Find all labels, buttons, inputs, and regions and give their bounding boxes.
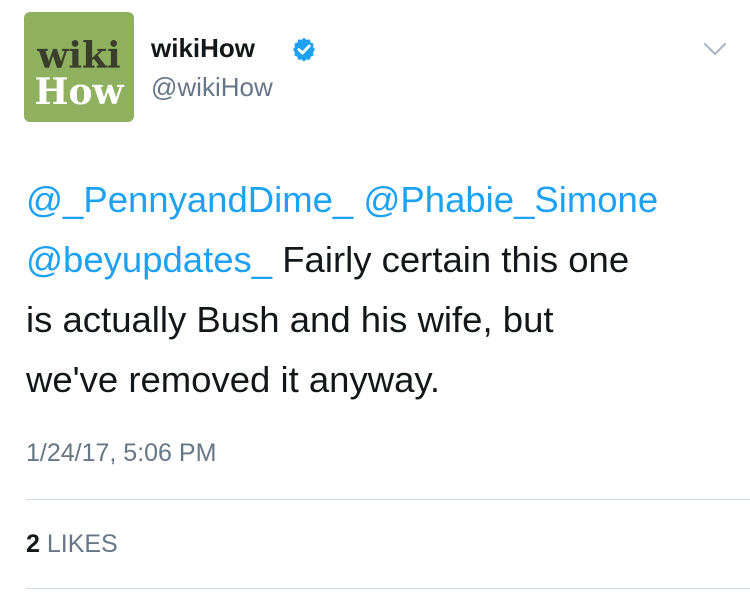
tweet-text-line-1: @_PennyandDime_ @Phabie_Simone (26, 170, 726, 230)
avatar-logo-how: How (34, 71, 124, 113)
verified-badge-icon (292, 37, 316, 62)
likes-label: LIKES (46, 530, 118, 558)
likes-stat[interactable]: 2 LIKES (26, 529, 118, 559)
tweet-text-line-2: @beyupdates_ Fairly certain this one (26, 230, 726, 290)
tweet-timestamp[interactable]: 1/24/17, 5:06 PM (26, 438, 216, 468)
chevron-down-icon[interactable] (702, 40, 728, 58)
tweet-text-segment: Fairly certain this one (282, 239, 630, 280)
author-display-name[interactable]: wikiHow (151, 33, 255, 63)
mention-link[interactable]: @_PennyandDime_ (26, 179, 353, 220)
divider (26, 588, 750, 589)
likes-count: 2 (26, 530, 40, 558)
tweet-card: wiki How wikiHow @wikiHow @_PennyandDime… (0, 0, 750, 592)
avatar-logo-wiki: wiki (37, 35, 121, 77)
tweet-text-line-4: we've removed it anyway. (26, 359, 441, 400)
author-handle[interactable]: @wikiHow (151, 72, 273, 102)
mention-link[interactable]: @beyupdates_ (26, 239, 272, 280)
tweet-text-line-3: is actually Bush and his wife, but (26, 299, 554, 340)
avatar[interactable]: wiki How (24, 12, 134, 122)
divider (26, 499, 750, 500)
tweet-text: @_PennyandDime_ @Phabie_Simone @beyupdat… (26, 170, 726, 410)
mention-link[interactable]: @Phabie_Simone (363, 179, 658, 220)
